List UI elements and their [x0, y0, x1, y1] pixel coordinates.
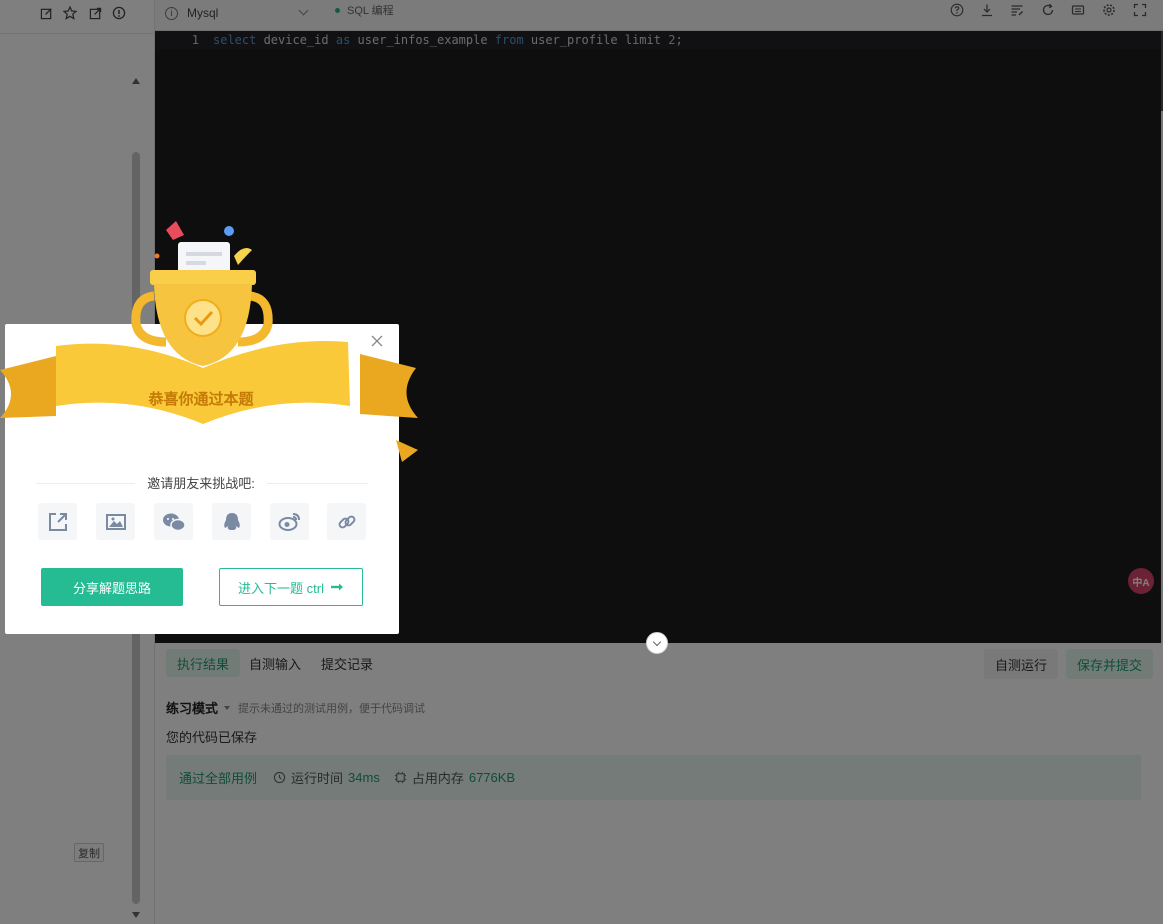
ribbon-tail-left — [0, 356, 56, 418]
confetti-shape — [154, 253, 160, 259]
link-icon — [338, 515, 355, 528]
trophy-medal — [184, 299, 222, 337]
image-icon — [105, 513, 126, 530]
confetti-shape — [224, 226, 234, 236]
share-image-button[interactable] — [96, 503, 135, 540]
trophy-illustration — [0, 221, 418, 462]
next-question-label[interactable]: 进入下一题 ctrl — [238, 578, 324, 597]
weibo-icon — [278, 512, 300, 531]
certificate-line — [186, 261, 206, 265]
share-weibo-button[interactable] — [270, 503, 309, 540]
congrats-title: 恭喜你通过本题 — [148, 391, 254, 408]
share-external-button[interactable] — [38, 503, 77, 540]
invite-text: 邀请朋友来挑战吧: — [135, 473, 267, 492]
ribbon-fold — [396, 440, 418, 462]
arrow-right-icon — [330, 583, 343, 591]
trophy-lip — [150, 270, 256, 285]
qq-icon — [223, 512, 240, 530]
copy-link-button[interactable] — [327, 503, 366, 540]
confetti-shape — [234, 248, 252, 265]
close-icon[interactable] — [370, 334, 384, 348]
share-icon — [48, 512, 67, 531]
certificate-line — [186, 252, 222, 256]
confetti-shape — [166, 221, 184, 240]
share-wechat-button[interactable] — [154, 503, 193, 540]
share-solution-button[interactable]: 分享解题思路 — [41, 568, 183, 606]
chevron-down-icon — [652, 637, 662, 646]
share-qq-button[interactable] — [212, 503, 251, 540]
next-question-button[interactable]: 进入下一题 ctrl — [219, 568, 363, 606]
collapse-panel-button[interactable] — [646, 632, 668, 654]
wechat-icon — [162, 513, 186, 531]
ribbon-tail-right — [360, 354, 418, 418]
